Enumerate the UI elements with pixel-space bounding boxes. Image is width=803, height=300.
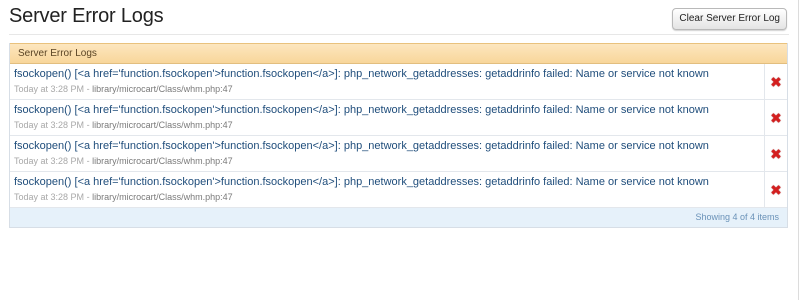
log-time: Today at 3:28 PM: [14, 84, 85, 94]
log-separator: -: [86, 192, 90, 202]
window-edge: [798, 0, 799, 300]
panel-footer: Showing 4 of 4 items: [10, 208, 787, 227]
log-message[interactable]: fsockopen() [<a href='function.fsockopen…: [14, 140, 709, 152]
delete-x-icon[interactable]: ✖: [770, 147, 782, 161]
delete-cell: ✖: [764, 64, 787, 99]
log-time: Today at 3:28 PM: [14, 192, 85, 202]
log-meta: Today at 3:28 PM - library/microcart/Cla…: [14, 192, 233, 202]
log-row: fsockopen() [<a href='function.fsockopen…: [10, 172, 787, 208]
delete-cell: ✖: [764, 100, 787, 135]
log-entry-link[interactable]: fsockopen() [<a href='function.fsockopen…: [10, 136, 765, 171]
log-row: fsockopen() [<a href='function.fsockopen…: [10, 100, 787, 136]
log-meta: Today at 3:28 PM - library/microcart/Cla…: [14, 156, 233, 166]
log-message[interactable]: fsockopen() [<a href='function.fsockopen…: [14, 176, 709, 188]
error-log-panel: Server Error Logs fsockopen() [<a href='…: [9, 43, 788, 228]
log-time: Today at 3:28 PM: [14, 156, 85, 166]
delete-x-icon[interactable]: ✖: [770, 183, 782, 197]
log-path: library/microcart/Class/whm.php:47: [92, 156, 233, 166]
log-entry-link[interactable]: fsockopen() [<a href='function.fsockopen…: [10, 172, 765, 207]
log-entry-link[interactable]: fsockopen() [<a href='function.fsockopen…: [10, 100, 765, 135]
delete-x-icon[interactable]: ✖: [770, 111, 782, 125]
log-message[interactable]: fsockopen() [<a href='function.fsockopen…: [14, 68, 709, 80]
log-path: library/microcart/Class/whm.php:47: [92, 192, 233, 202]
log-time: Today at 3:28 PM: [14, 120, 85, 130]
log-entry-link[interactable]: fsockopen() [<a href='function.fsockopen…: [10, 64, 765, 99]
log-path: library/microcart/Class/whm.php:47: [92, 84, 233, 94]
panel-header: Server Error Logs: [10, 43, 787, 64]
log-meta: Today at 3:28 PM - library/microcart/Cla…: [14, 84, 233, 94]
log-row: fsockopen() [<a href='function.fsockopen…: [10, 64, 787, 100]
page: Server Error Logs Clear Server Error Log…: [0, 0, 803, 300]
delete-cell: ✖: [764, 136, 787, 171]
log-message[interactable]: fsockopen() [<a href='function.fsockopen…: [14, 104, 709, 116]
log-meta: Today at 3:28 PM - library/microcart/Cla…: [14, 120, 233, 130]
title-divider: [9, 34, 789, 35]
log-separator: -: [86, 156, 90, 166]
delete-cell: ✖: [764, 172, 787, 207]
log-separator: -: [86, 120, 90, 130]
log-separator: -: [86, 84, 90, 94]
clear-server-error-log-button[interactable]: Clear Server Error Log: [672, 8, 787, 30]
delete-x-icon[interactable]: ✖: [770, 75, 782, 89]
log-row: fsockopen() [<a href='function.fsockopen…: [10, 136, 787, 172]
log-path: library/microcart/Class/whm.php:47: [92, 120, 233, 130]
page-title: Server Error Logs: [9, 5, 164, 27]
